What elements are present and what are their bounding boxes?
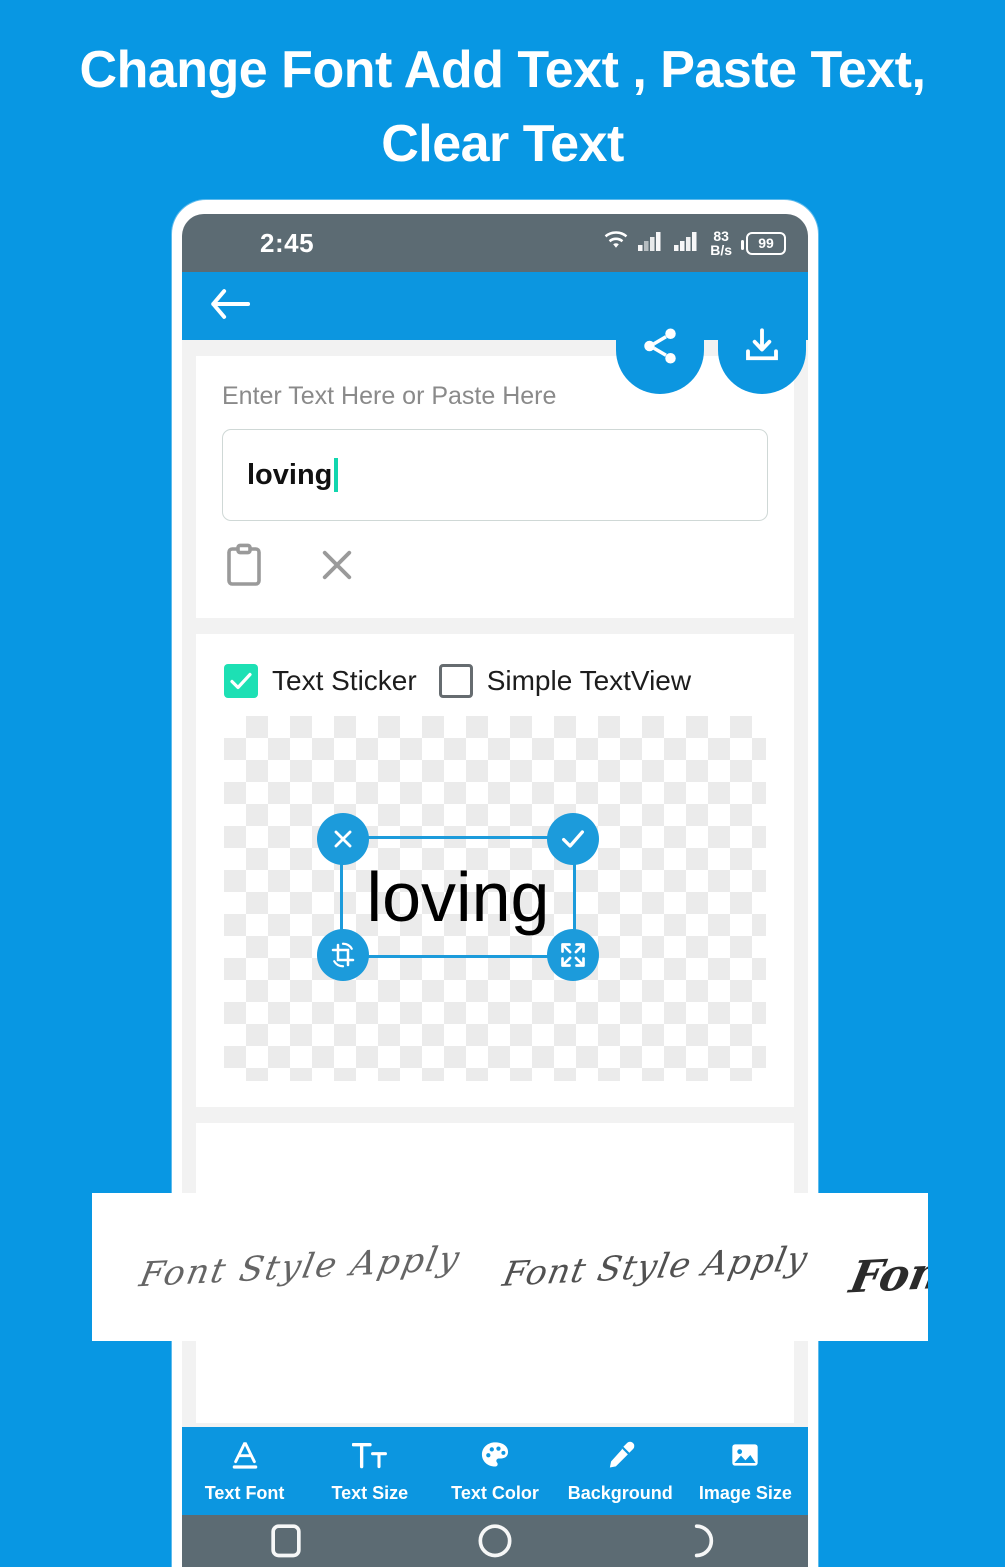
back-arrow-icon[interactable] xyxy=(208,286,252,327)
network-speed: 83 B/s xyxy=(710,229,732,258)
status-clock: 2:45 xyxy=(260,227,315,258)
font-preview-band: Font Style Apply Font Style Apply Font S… xyxy=(92,1193,928,1341)
back-nav-icon[interactable] xyxy=(682,1517,726,1566)
sticker-rotate-handle[interactable] xyxy=(317,929,369,981)
tool-text-color[interactable]: Text Color xyxy=(432,1439,557,1504)
battery-icon: 99 xyxy=(741,231,786,255)
checkbox-text-sticker[interactable] xyxy=(224,664,258,698)
share-icon xyxy=(639,325,681,372)
save-button[interactable] xyxy=(718,306,806,394)
tool-label: Text Color xyxy=(451,1482,539,1503)
check-icon xyxy=(230,672,252,690)
tool-background[interactable]: Background xyxy=(558,1439,683,1504)
underlined-a-icon xyxy=(228,1439,262,1476)
text-input-field[interactable]: loving xyxy=(222,429,768,521)
status-bar: 2:45 83 B/s 99 xyxy=(182,214,808,272)
home-nav-icon[interactable] xyxy=(473,1517,517,1566)
wifi-icon xyxy=(603,230,629,256)
share-button[interactable] xyxy=(616,306,704,394)
input-actions xyxy=(196,521,794,618)
tool-label: Image Size xyxy=(698,1482,792,1503)
tool-text-font[interactable]: Text Font xyxy=(182,1439,307,1504)
mode-options: Text Sticker Simple TextView xyxy=(196,634,794,716)
sticker-resize-handle[interactable] xyxy=(547,929,599,981)
phone-screen: 2:45 83 B/s 99 Enter Text Here or Paste … xyxy=(182,214,808,1567)
checkbox-simple-textview[interactable] xyxy=(438,664,473,698)
clipboard-icon xyxy=(224,543,264,591)
android-nav-bar xyxy=(182,1515,808,1567)
download-icon xyxy=(741,325,783,372)
text-input-value: loving xyxy=(247,458,333,491)
app-bar xyxy=(182,272,808,340)
check-icon xyxy=(562,830,584,848)
promo-headline: Change Font Add Text , Paste Text, Clear… xyxy=(79,41,926,173)
sticker-canvas[interactable]: loving xyxy=(224,716,766,1081)
paste-button[interactable] xyxy=(224,543,264,592)
sticker-text[interactable]: loving xyxy=(367,857,550,937)
sticker-selection-box[interactable]: loving xyxy=(317,813,599,981)
font-sample-item[interactable]: Font Style Apply xyxy=(499,1239,811,1295)
sticker-card: Text Sticker Simple TextView loving xyxy=(196,634,794,1107)
sticker-confirm-handle[interactable] xyxy=(547,813,599,865)
tool-text-size[interactable]: Text Size xyxy=(307,1439,432,1504)
app-bar-container xyxy=(182,272,808,394)
canvas-wrapper: loving xyxy=(196,716,794,1107)
text-input-card: Enter Text Here or Paste Here loving xyxy=(196,356,794,618)
image-icon xyxy=(728,1439,762,1476)
text-caret xyxy=(334,458,339,492)
eyedropper-icon xyxy=(603,1439,637,1476)
phone-mockup-frame: 2:45 83 B/s 99 Enter Text Here or Paste … xyxy=(172,200,818,1567)
tool-label: Text Size xyxy=(331,1482,409,1503)
app-bar-actions xyxy=(616,306,806,394)
tool-label: Background xyxy=(567,1482,673,1503)
recents-nav-icon[interactable] xyxy=(264,1517,308,1566)
close-x-icon xyxy=(316,550,358,590)
status-indicators: 83 B/s 99 xyxy=(603,229,786,258)
close-x-icon xyxy=(334,830,352,848)
font-sample-item[interactable]: Font Style Apply xyxy=(846,1231,928,1303)
label-text-sticker: Text Sticker xyxy=(272,665,417,696)
resize-arrows-icon xyxy=(561,943,585,967)
signal-icon xyxy=(674,231,701,256)
rotate-crop-icon xyxy=(331,942,355,968)
clear-button[interactable] xyxy=(316,544,358,591)
text-size-icon xyxy=(351,1439,388,1476)
palette-icon xyxy=(478,1439,512,1476)
tool-label: Text Font xyxy=(204,1482,285,1503)
label-simple-textview: Simple TextView xyxy=(486,665,692,696)
tool-image-size[interactable]: Image Size xyxy=(683,1439,808,1504)
battery-level: 99 xyxy=(758,235,774,251)
sticker-delete-handle[interactable] xyxy=(317,813,369,865)
font-sample-item[interactable]: Font Style Apply xyxy=(136,1239,464,1296)
bottom-toolbar: Text Font Text Size Text Color Backgroun… xyxy=(182,1427,808,1515)
network-speed-unit: B/s xyxy=(710,242,732,258)
signal-icon xyxy=(638,231,665,256)
